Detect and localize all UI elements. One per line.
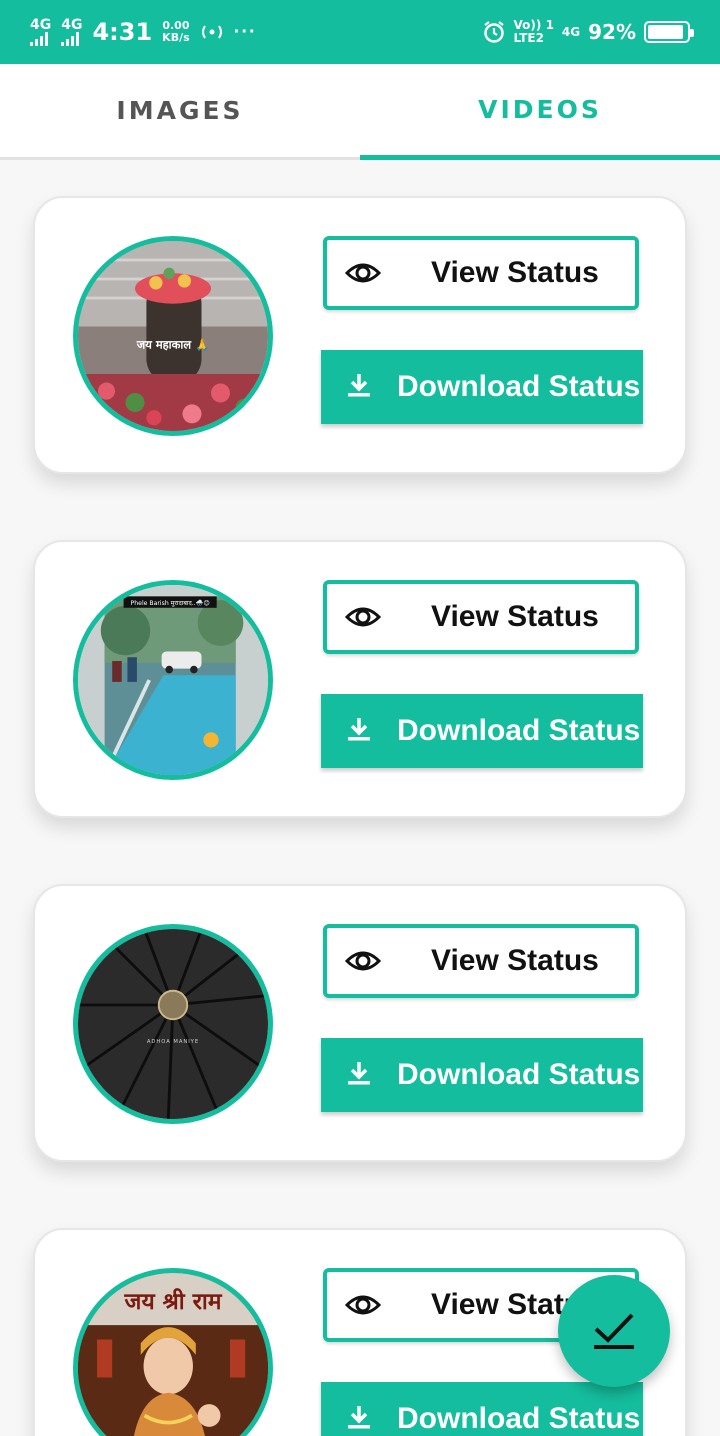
clock: 4:31 (92, 18, 153, 46)
network-speed: 0.00 KB/s (162, 20, 189, 43)
download-status-button[interactable]: Download Status (321, 694, 643, 768)
status-bar-right: Vo)) 1 LTE2 4G 92% (482, 16, 694, 48)
battery-percent: 92% (588, 20, 636, 44)
download-status-label: Download Status (397, 1402, 641, 1435)
status-card: Phele Barish मुरादाबाद..🌧️😊 View Status … (33, 540, 687, 818)
view-status-label: View Status (431, 600, 599, 633)
tab-videos[interactable]: VIDEOS (360, 64, 720, 160)
status-thumbnail[interactable]: जय महाकाल 🙏 (73, 236, 273, 436)
status-card: जय महाकाल 🙏 View Status Download Status (33, 196, 687, 474)
download-status-button[interactable]: Download Status (321, 1382, 643, 1436)
network-type-1: 4G (30, 17, 52, 33)
view-status-button[interactable]: View Status (323, 924, 639, 998)
battery-fill (648, 25, 683, 39)
download-icon (348, 1406, 370, 1429)
thumbnail-caption: जय श्री राम (124, 1288, 223, 1315)
download-status-label: Download Status (397, 1058, 641, 1091)
download-icon (348, 718, 370, 741)
download-status-button[interactable]: Download Status (321, 1038, 643, 1112)
hotspot-icon (201, 25, 222, 39)
download-status-label: Download Status (397, 370, 641, 403)
status-bar-left: 4G 4G 4:31 0.00 KB/s ··· (30, 16, 257, 48)
status-thumbnail[interactable]: Phele Barish मुरादाबाद..🌧️😊 (73, 580, 273, 780)
thumbnail-caption: Phele Barish मुरादाबाद..🌧️😊 (131, 599, 210, 607)
eye-icon (345, 263, 381, 283)
eye-icon (345, 1295, 381, 1315)
download-icon (348, 1062, 370, 1085)
more-notifications: ··· (233, 20, 257, 43)
view-status-label: View Status (431, 944, 599, 977)
status-card: ADHOA MANIYE View Status Download Status (33, 884, 687, 1162)
thumbnail-caption: जय महाकाल 🙏 (136, 337, 209, 351)
status-thumbnail[interactable]: जय श्री राम (73, 1268, 273, 1436)
network-type-3: 4G (561, 25, 581, 39)
eye-icon (345, 607, 381, 627)
volte-indicator: Vo)) 1 LTE2 (514, 19, 554, 44)
select-fab-button[interactable] (558, 1275, 670, 1387)
signal-1: 4G (30, 18, 51, 46)
thumbnail-image: जय श्री राम (78, 1273, 268, 1436)
alarm-icon (483, 21, 504, 43)
network-type-2: 4G (61, 17, 83, 33)
volte-bottom: LTE2 (513, 31, 544, 45)
thumbnail-caption: ADHOA MANIYE (147, 1039, 199, 1045)
check-icon (594, 1313, 634, 1349)
status-thumbnail[interactable]: ADHOA MANIYE (73, 924, 273, 1124)
signal-bars-icon (61, 32, 82, 46)
download-status-button[interactable]: Download Status (321, 350, 643, 424)
tab-bar: IMAGES VIDEOS (0, 64, 720, 160)
view-status-label: View Status (431, 256, 599, 289)
signal-2: 4G (61, 18, 82, 46)
battery-icon (644, 21, 694, 43)
thumbnail-image: Phele Barish मुरादाबाद..🌧️😊 (78, 585, 268, 775)
network-speed-unit: KB/s (162, 31, 190, 44)
thumbnail-image: जय महाकाल 🙏 (78, 241, 268, 431)
download-icon (348, 374, 370, 397)
thumbnail-image: ADHOA MANIYE (78, 929, 268, 1119)
download-status-label: Download Status (397, 714, 641, 747)
view-status-button[interactable]: View Status (323, 580, 639, 654)
status-bar: 4G 4G 4:31 0.00 KB/s ··· Vo)) 1 LTE2 4G (0, 0, 720, 64)
tab-images[interactable]: IMAGES (0, 64, 360, 160)
eye-icon (345, 951, 381, 971)
view-status-button[interactable]: View Status (323, 236, 639, 310)
signal-bars-icon (30, 32, 51, 46)
